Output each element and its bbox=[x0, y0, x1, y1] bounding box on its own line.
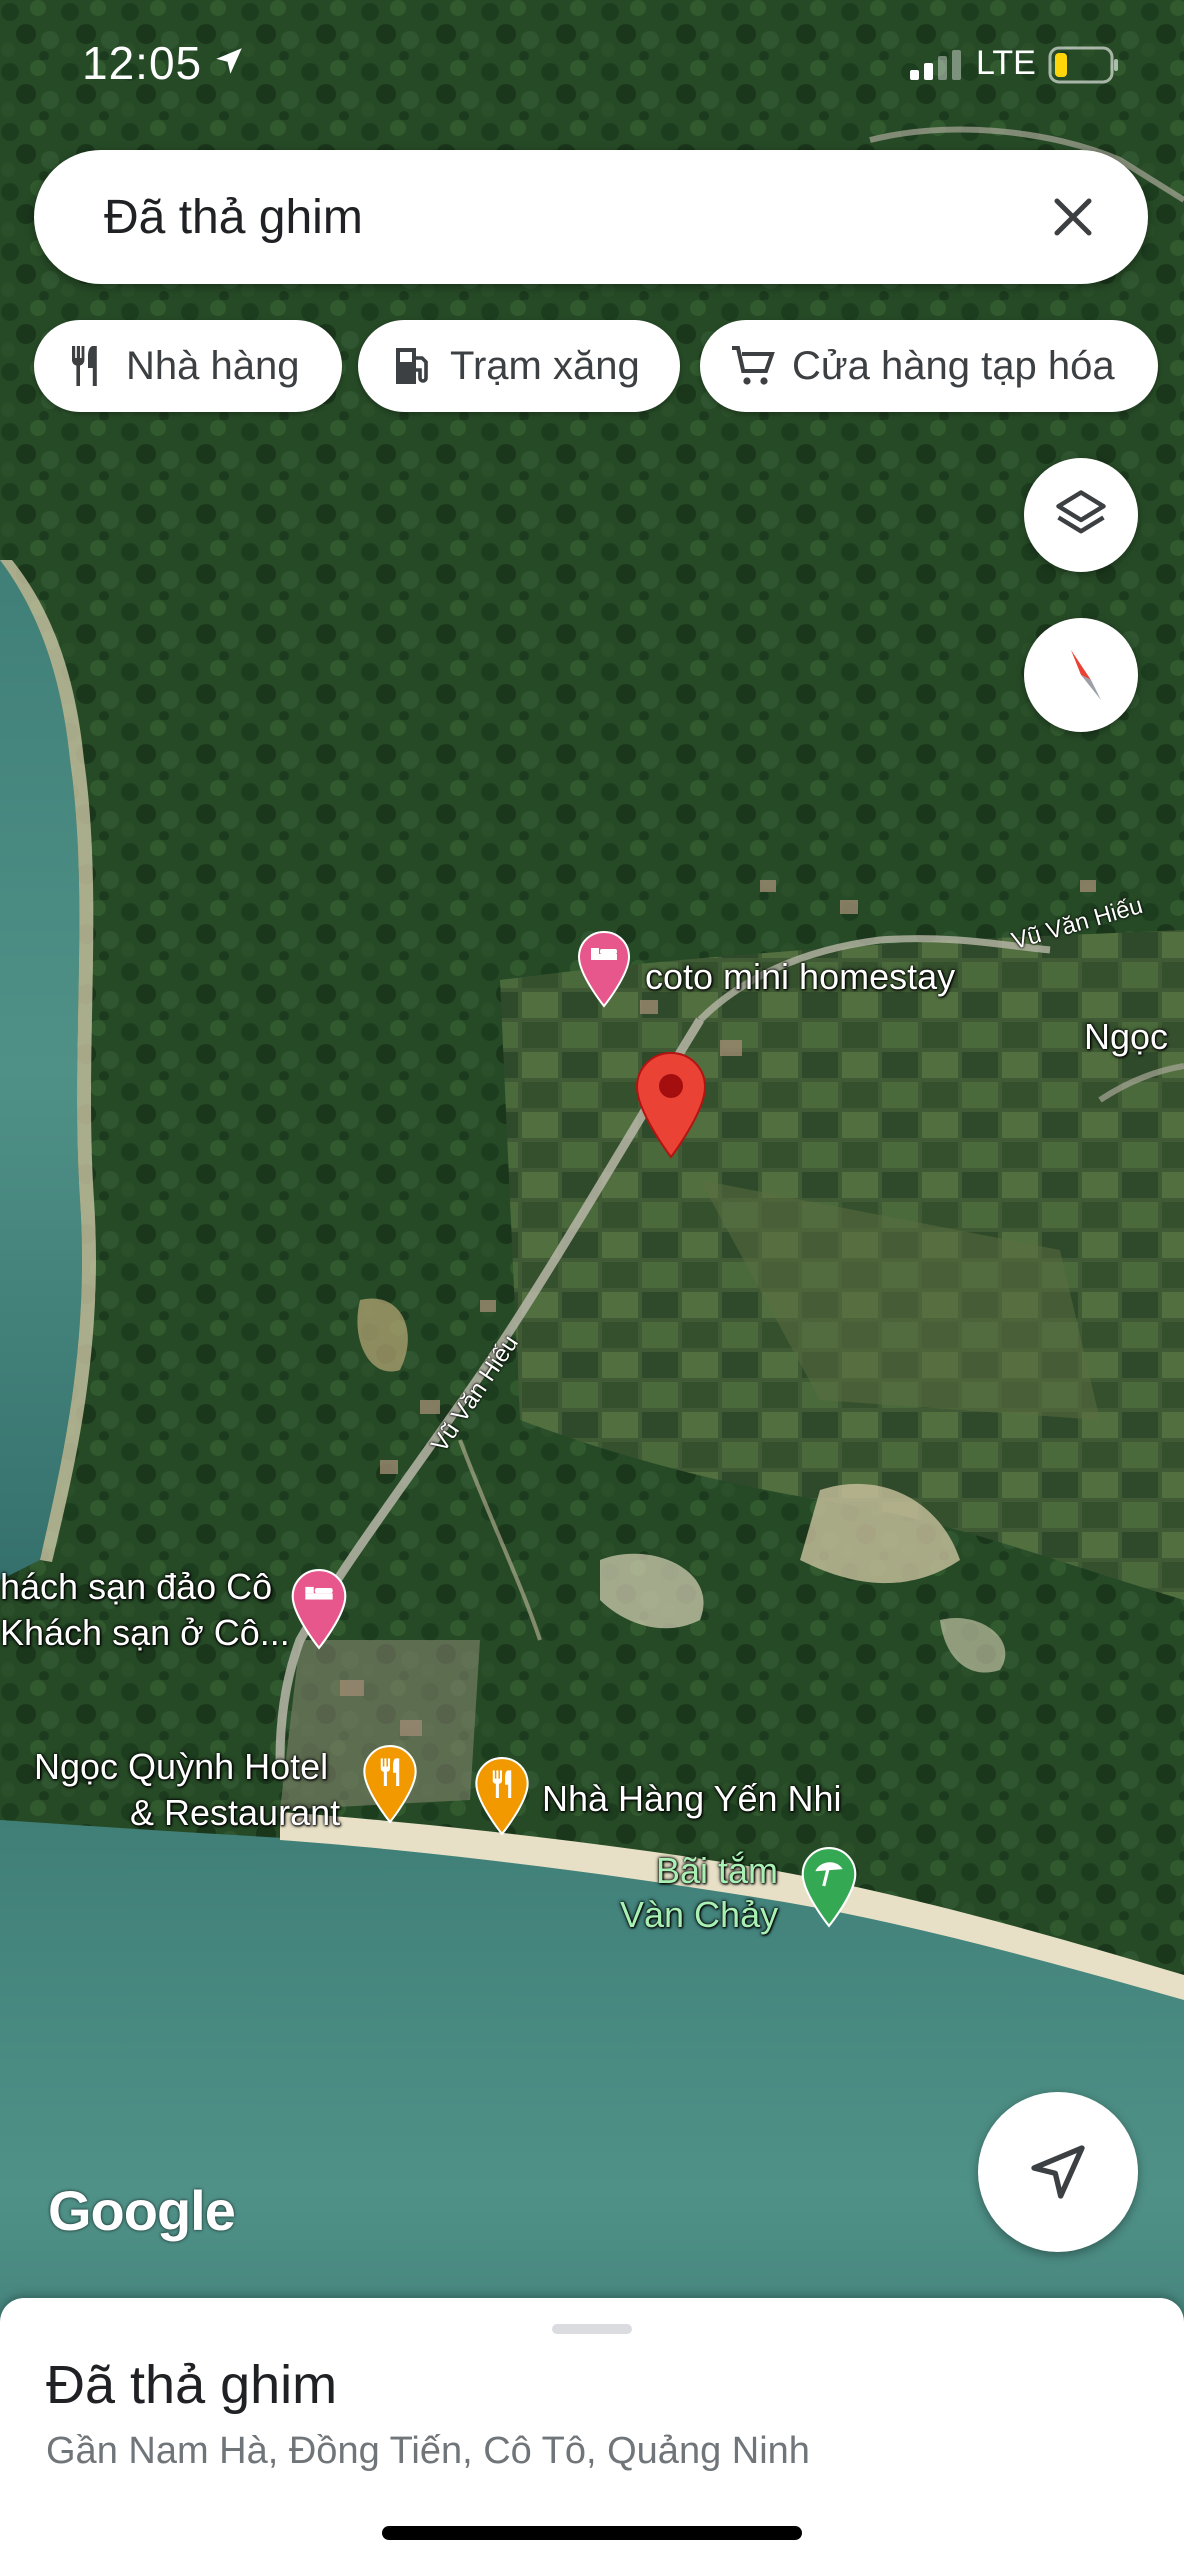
chip-label: Nhà hàng bbox=[126, 344, 300, 388]
place-label[interactable]: & Restaurant bbox=[130, 1792, 340, 1834]
place-label[interactable]: Ngọc bbox=[1084, 1016, 1168, 1058]
drag-handle[interactable] bbox=[552, 2324, 632, 2334]
compass-icon bbox=[1071, 650, 1101, 700]
gas-station-icon bbox=[396, 348, 428, 384]
my-location-button[interactable] bbox=[978, 2092, 1138, 2252]
layers-icon bbox=[1056, 490, 1106, 534]
battery-icon bbox=[1048, 46, 1118, 84]
place-label[interactable]: Nhà Hàng Yến Nhi bbox=[542, 1778, 842, 1820]
hotel-pin-icon[interactable] bbox=[290, 1568, 348, 1650]
beach-pin-icon[interactable] bbox=[800, 1846, 858, 1928]
restaurant-pin-icon[interactable] bbox=[474, 1756, 530, 1836]
place-label[interactable]: Ngọc Quỳnh Hotel bbox=[34, 1746, 328, 1788]
chip-gas-stations[interactable]: Trạm xăng bbox=[358, 320, 680, 412]
hotel-pin-icon[interactable] bbox=[577, 930, 631, 1008]
place-address: Gần Nam Hà, Đồng Tiến, Cô Tô, Quảng Ninh bbox=[46, 2430, 810, 2472]
location-arrow-icon bbox=[216, 48, 242, 74]
home-indicator[interactable] bbox=[382, 2526, 802, 2540]
network-label: LTE bbox=[976, 44, 1036, 82]
restaurant-icon bbox=[72, 346, 97, 386]
bottom-sheet[interactable]: Đã thả ghim Gần Nam Hà, Đồng Tiến, Cô Tô… bbox=[0, 2298, 1184, 2560]
search-bar[interactable]: Đã thả ghim bbox=[34, 150, 1148, 284]
chip-label: Trạm xăng bbox=[450, 344, 640, 388]
close-icon[interactable] bbox=[1038, 182, 1108, 252]
place-label[interactable]: coto mini homestay bbox=[645, 956, 955, 998]
status-time: 12:05 bbox=[82, 37, 203, 89]
chip-grocery-stores[interactable]: Cửa hàng tạp hóa bbox=[700, 320, 1158, 412]
chip-restaurants[interactable]: Nhà hàng bbox=[34, 320, 342, 412]
layers-button[interactable] bbox=[1024, 458, 1138, 572]
restaurant-pin-icon[interactable] bbox=[362, 1744, 418, 1824]
dropped-pin-icon[interactable] bbox=[633, 1050, 709, 1160]
place-title: Đã thả ghim bbox=[46, 2355, 338, 2415]
place-label[interactable]: Khách sạn ở Cô... bbox=[0, 1612, 290, 1654]
place-label[interactable]: Bãi tắm bbox=[656, 1850, 778, 1892]
navigation-arrow-icon bbox=[1031, 2145, 1085, 2199]
signal-icon bbox=[910, 50, 961, 80]
google-logo: Google bbox=[48, 2179, 236, 2242]
compass-button[interactable] bbox=[1024, 618, 1138, 732]
cart-icon bbox=[732, 346, 775, 385]
search-query[interactable]: Đã thả ghim bbox=[104, 190, 363, 245]
chip-label: Cửa hàng tạp hóa bbox=[792, 344, 1115, 388]
place-label[interactable]: Vàn Chảy bbox=[620, 1894, 778, 1936]
place-label[interactable]: hách sạn đảo Cô bbox=[0, 1566, 272, 1608]
